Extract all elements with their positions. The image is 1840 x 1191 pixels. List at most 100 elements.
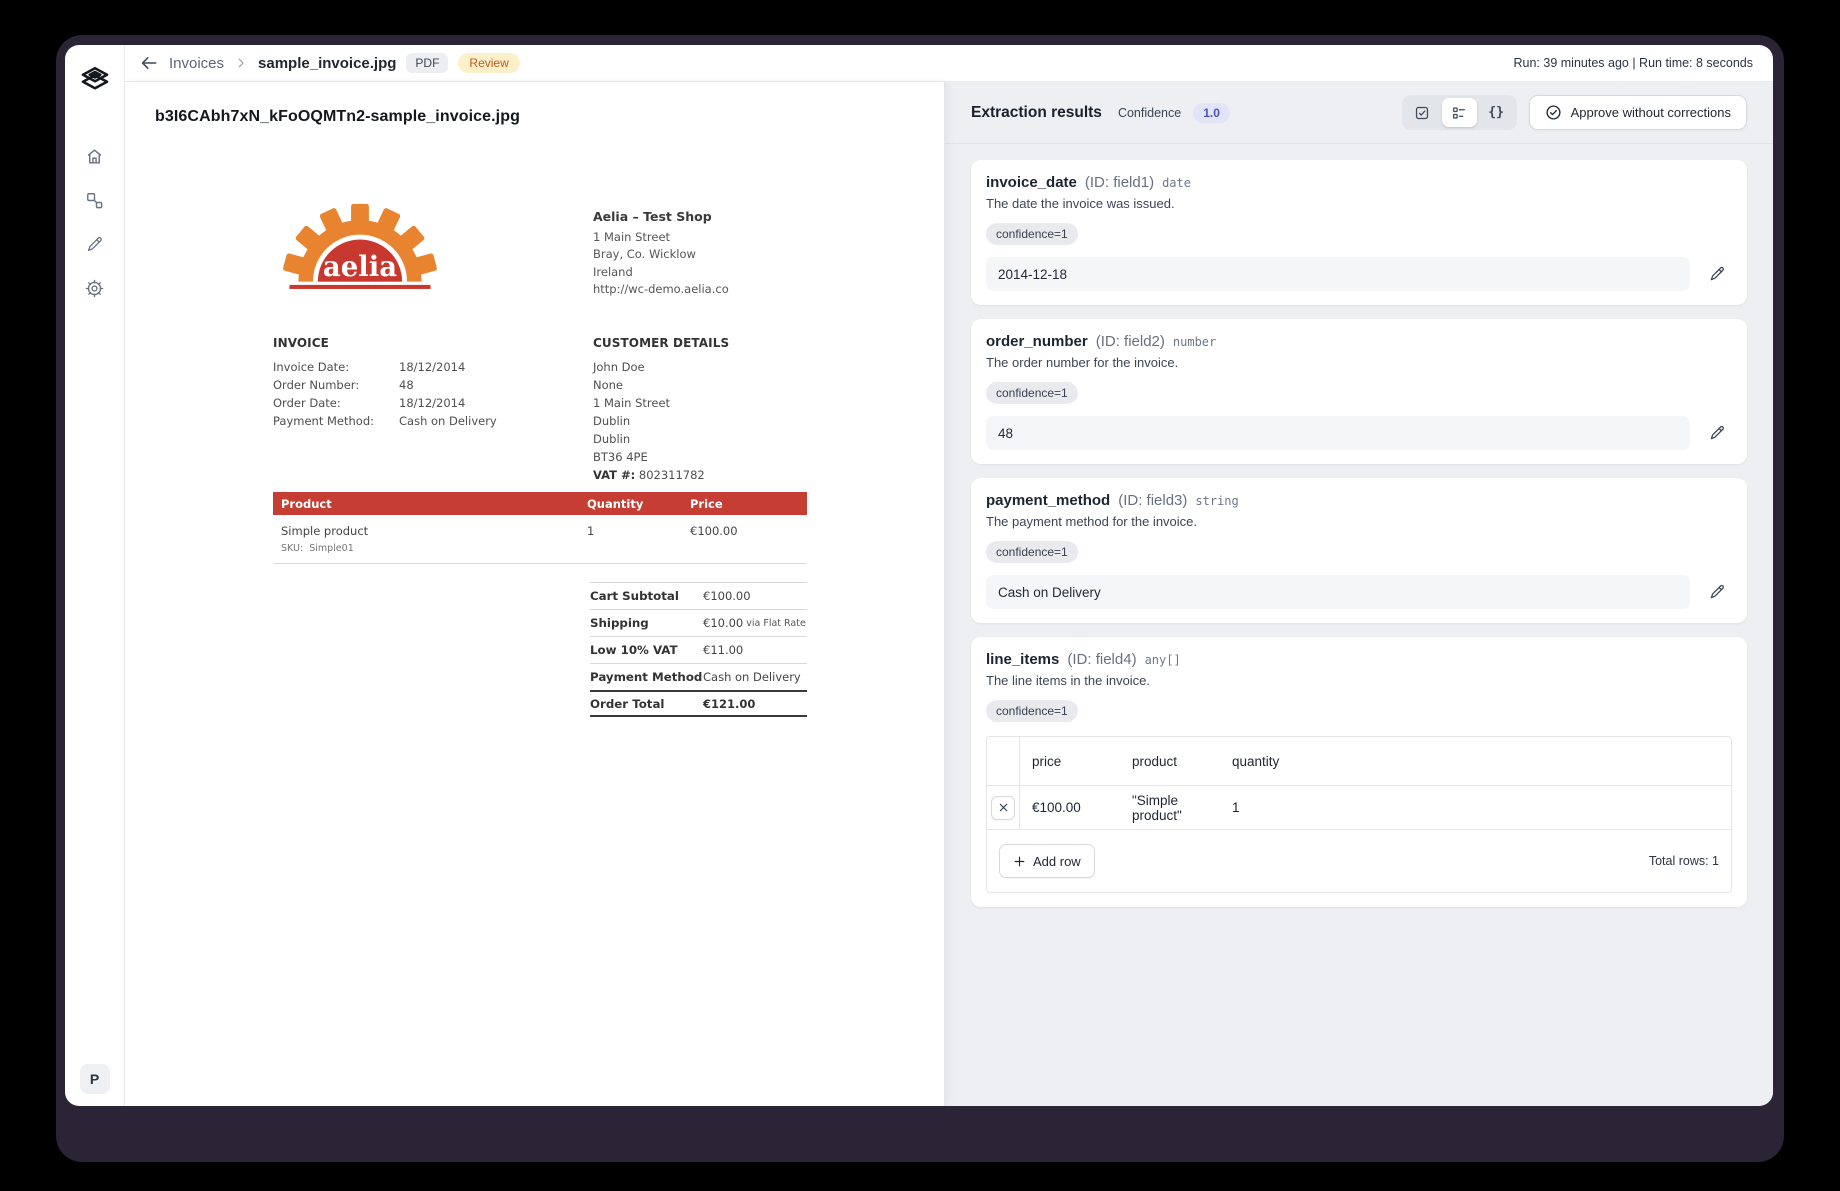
field-value-row: 2014-12-18: [986, 257, 1732, 291]
sidebar-item-settings[interactable]: [78, 271, 112, 305]
confidence-badge: confidence=1: [986, 700, 1078, 722]
field-title-row: line_items (ID: field4) any[]: [986, 651, 1732, 668]
shop-address-line: 1 Main Street: [593, 229, 729, 247]
extraction-title: Extraction results: [971, 104, 1102, 122]
add-row-button[interactable]: Add row: [999, 844, 1095, 878]
customer-line: 1 Main Street: [593, 394, 729, 412]
edit-order-number-button[interactable]: [1702, 418, 1732, 448]
field-title-row: payment_method (ID: field3) string: [986, 492, 1732, 509]
pencil-icon: [85, 235, 104, 254]
field-card-order-number: order_number (ID: field2) number The ord…: [971, 319, 1747, 464]
customer-line: None: [593, 376, 729, 394]
edit-invoice-date-button[interactable]: [1702, 259, 1732, 289]
column-header-product: product: [1120, 737, 1220, 785]
field-value-invoice-date[interactable]: 2014-12-18: [986, 257, 1690, 291]
sidebar-item-home[interactable]: [78, 139, 112, 173]
approve-button[interactable]: Approve without corrections: [1529, 95, 1747, 130]
toggle-json-view[interactable]: {}: [1479, 98, 1514, 127]
document-panel: b3I6CAbh7xN_kFoOQMTn2-sample_invoice.jpg: [125, 82, 945, 1106]
workflow-icon: [85, 191, 104, 210]
invoice-info-row: Order Date: 18/12/2014: [273, 394, 497, 412]
file-type-badge: PDF: [406, 53, 448, 73]
field-id: (ID: field2): [1096, 333, 1165, 350]
sidebar-item-workflows[interactable]: [78, 183, 112, 217]
customer-details: CUSTOMER DETAILS John Doe None 1 Main St…: [593, 334, 729, 484]
field-type: any[]: [1145, 653, 1181, 667]
shop-address-line: Ireland: [593, 264, 729, 282]
edit-payment-method-button[interactable]: [1702, 577, 1732, 607]
user-avatar[interactable]: P: [80, 1064, 110, 1094]
confidence-value-badge: 1.0: [1193, 103, 1230, 123]
braces-icon: {}: [1488, 105, 1504, 120]
field-description: The date the invoice was issued.: [986, 196, 1732, 211]
invoice-info-row: Invoice Date: 18/12/2014: [273, 358, 497, 376]
toggle-list-view[interactable]: [1442, 98, 1477, 127]
field-name: order_number: [986, 333, 1088, 350]
app-logo-icon: [80, 65, 110, 95]
status-badge: Review: [458, 53, 519, 73]
customer-line: Dublin: [593, 412, 729, 430]
toggle-checkbox-view[interactable]: [1405, 98, 1440, 127]
line-items-row: €100.00 "Simple product" 1: [987, 786, 1731, 830]
invoice-header: aelia Aelia – Test Shop 1 Main Street Br…: [273, 202, 807, 310]
customer-line: John Doe: [593, 358, 729, 376]
delete-row-button[interactable]: [991, 796, 1015, 820]
invoice-info-row: Order Number: 48: [273, 376, 497, 394]
gear-icon: [85, 279, 104, 298]
field-cards: invoice_date (ID: field1) date The date …: [945, 144, 1773, 937]
field-card-line-items: line_items (ID: field4) any[] The line i…: [971, 637, 1747, 907]
cell-quantity[interactable]: 1: [1220, 786, 1731, 829]
pencil-icon: [1708, 583, 1726, 601]
extraction-panel: Extraction results Confidence 1.0: [945, 82, 1773, 1106]
svg-text:aelia: aelia: [323, 251, 397, 283]
invoice-info-heading: INVOICE: [273, 334, 497, 352]
add-row-label: Add row: [1033, 854, 1081, 869]
aelia-logo: aelia: [283, 202, 437, 290]
field-value-order-number[interactable]: 48: [986, 416, 1690, 450]
customer-heading: CUSTOMER DETAILS: [593, 334, 729, 352]
cell-product[interactable]: "Simple product": [1120, 786, 1220, 829]
field-value-payment-method[interactable]: Cash on Delivery: [986, 575, 1690, 609]
view-toggle-group: {}: [1402, 95, 1517, 130]
cell-price[interactable]: €100.00: [1020, 786, 1120, 829]
column-header-quantity: quantity: [1220, 737, 1731, 785]
product-sku: SKU: Simple01: [273, 538, 807, 564]
line-items-header: price product quantity: [987, 737, 1731, 786]
confidence-badge: confidence=1: [986, 223, 1078, 245]
shop-details: Aelia – Test Shop 1 Main Street Bray, Co…: [593, 208, 729, 299]
field-description: The payment method for the invoice.: [986, 514, 1732, 529]
confidence-badge: confidence=1: [986, 541, 1078, 563]
invoice-document: aelia Aelia – Test Shop 1 Main Street Br…: [273, 202, 807, 717]
field-name: line_items: [986, 651, 1059, 668]
totals-grand-row: Order Total €121.00: [590, 690, 807, 717]
field-value-row: 48: [986, 416, 1732, 450]
invoice-info: INVOICE Invoice Date: 18/12/2014 Order N…: [273, 334, 497, 430]
plus-icon: [1013, 855, 1026, 868]
field-name: payment_method: [986, 492, 1110, 509]
customer-line: BT36 4PE: [593, 448, 729, 466]
customer-line: Dublin: [593, 430, 729, 448]
field-value-row: Cash on Delivery: [986, 575, 1732, 609]
sidebar-item-experiments[interactable]: [78, 227, 112, 261]
total-rows-label: Total rows: 1: [1649, 854, 1719, 868]
x-icon: [998, 802, 1009, 813]
confidence-label: Confidence: [1118, 106, 1181, 120]
totals-row: Payment Method Cash on Delivery: [590, 663, 807, 690]
app-window: P Invoices sample_invoice.jpg PDF Review…: [65, 45, 1773, 1106]
checkbox-icon: [1414, 105, 1430, 121]
list-view-icon: [1451, 105, 1467, 121]
customer-vat-line: VAT #: 802311782: [593, 466, 729, 484]
field-type: number: [1173, 335, 1216, 349]
invoice-meta: INVOICE Invoice Date: 18/12/2014 Order N…: [273, 334, 807, 480]
content-row: b3I6CAbh7xN_kFoOQMTn2-sample_invoice.jpg: [125, 82, 1773, 1106]
delete-cell: [987, 786, 1020, 829]
product-table-row: Simple product 1 €100.00: [273, 515, 807, 538]
field-id: (ID: field4): [1067, 651, 1136, 668]
pencil-icon: [1708, 265, 1726, 283]
sidebar: P: [65, 45, 125, 1106]
breadcrumb-invoices[interactable]: Invoices: [169, 55, 224, 72]
pencil-icon: [1708, 424, 1726, 442]
back-button[interactable]: [139, 53, 159, 73]
product-table-header: Product Quantity Price: [273, 492, 807, 515]
field-title-row: invoice_date (ID: field1) date: [986, 174, 1732, 191]
